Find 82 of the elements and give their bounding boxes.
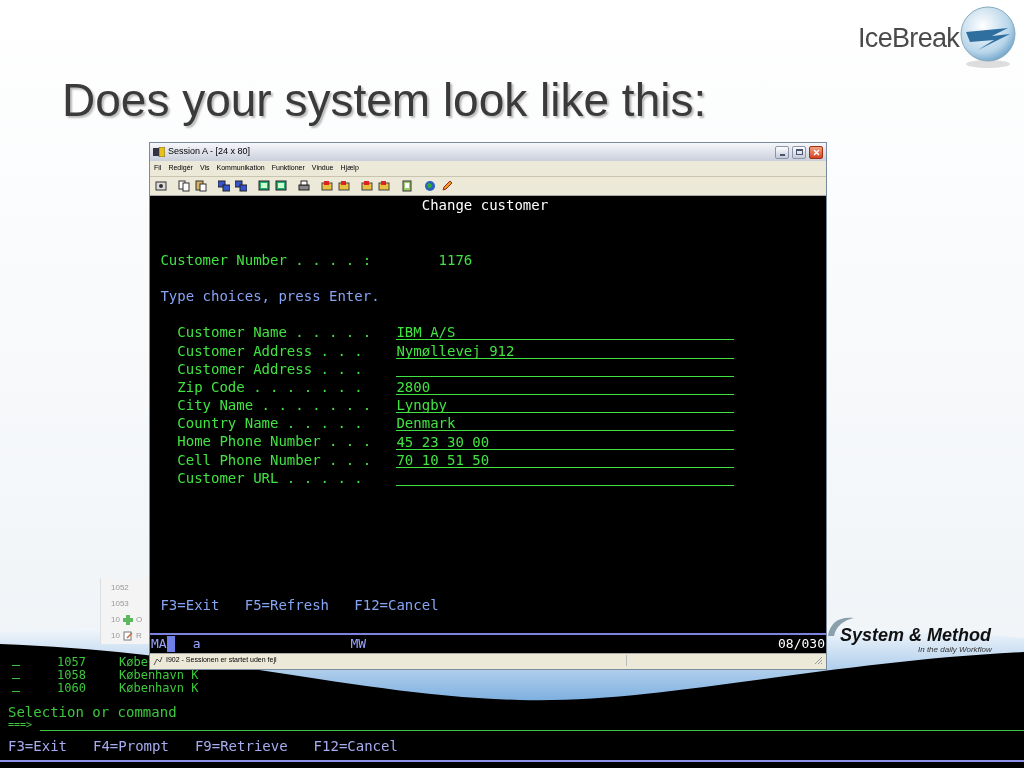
command-arrow: ===> xyxy=(8,719,33,731)
monitors-icon xyxy=(234,180,247,192)
status-mode: a xyxy=(192,635,201,654)
resize-grip-icon xyxy=(814,656,823,665)
input-field[interactable]: Denmark xyxy=(396,415,734,432)
screen-icon xyxy=(274,180,287,192)
logo-tagline: In the daily Workflow xyxy=(918,644,992,656)
prompt-text: Selection or command xyxy=(8,703,177,722)
input-field[interactable]: 45 23 30 00 xyxy=(396,433,734,450)
folder-icon xyxy=(337,180,350,192)
city-name: Købe xyxy=(119,653,148,669)
input-field[interactable]: 2800 xyxy=(396,378,734,395)
field-value: 1176 xyxy=(438,250,473,269)
status-indicator: MA xyxy=(150,635,167,654)
maximize-button[interactable] xyxy=(792,145,806,159)
field-label: Zip Code . . . . . . . xyxy=(177,377,364,397)
globe-icon xyxy=(423,180,436,192)
toolbar-button[interactable] xyxy=(296,178,311,194)
copy-icon xyxy=(177,180,190,192)
toolbar-button[interactable] xyxy=(233,178,248,194)
city-name: København K xyxy=(119,666,199,682)
function-key: F5=Refresh xyxy=(244,596,329,615)
slide-title: Does your system look like this: xyxy=(62,73,707,128)
toolbar-button[interactable] xyxy=(273,178,288,194)
input-field[interactable]: IBM A/S xyxy=(396,324,734,341)
clipboard-icon xyxy=(400,180,413,192)
input-field[interactable]: 70 10 51 50 xyxy=(396,451,734,468)
minimize-button[interactable] xyxy=(775,145,789,159)
field-label: Country Name . . . . . xyxy=(177,414,364,433)
close-icon xyxy=(812,148,820,156)
list-label: O xyxy=(135,613,143,626)
field-label: Home Phone Number . . . xyxy=(177,432,373,451)
window-title: Session A - [24 x 80] xyxy=(168,145,252,159)
printer-icon xyxy=(297,180,310,192)
terminal-app-icon xyxy=(153,147,165,157)
field-label: Customer Address . . . xyxy=(177,359,364,378)
instruction-text: Type choices, press Enter. xyxy=(160,286,380,306)
status-code: MW xyxy=(350,635,368,654)
plus-icon xyxy=(122,614,133,625)
list-number: 10 xyxy=(111,629,120,642)
globe-logo-icon xyxy=(958,4,1018,70)
input-field[interactable]: Nymøllevej 912 xyxy=(396,342,734,359)
screen-heading: Change customer xyxy=(421,196,549,215)
camera-icon xyxy=(154,180,167,192)
toolbar-button[interactable] xyxy=(193,178,208,194)
list-number: 1053 xyxy=(111,597,129,610)
input-field[interactable]: Lyngby xyxy=(396,397,734,414)
monitors-icon xyxy=(217,180,230,192)
field-label: Customer Name . . . . . xyxy=(177,323,373,342)
function-key: F9=Retrieve xyxy=(194,736,288,757)
toolbar-button[interactable] xyxy=(216,178,231,194)
toolbar-button[interactable] xyxy=(153,178,168,194)
toolbar-button[interactable] xyxy=(422,178,437,194)
function-key: F12=Cancel xyxy=(354,596,439,615)
folder-icon xyxy=(377,180,390,192)
list-number: 10 xyxy=(111,613,120,626)
note-icon xyxy=(122,630,133,641)
toolbar-button[interactable] xyxy=(256,178,271,194)
close-button[interactable] xyxy=(809,145,823,159)
city-name: København K xyxy=(119,679,199,697)
toolbar-button[interactable] xyxy=(439,178,454,194)
cursor-position: 08/030 xyxy=(778,635,826,654)
folder-icon xyxy=(360,180,373,192)
paste-icon xyxy=(194,180,207,192)
function-key: F3=Exit xyxy=(8,736,67,757)
pencil-icon xyxy=(440,180,453,192)
field-label: Customer Number . . . . : xyxy=(160,250,373,269)
field-label: City Name . . . . . . . xyxy=(177,396,373,415)
function-key: F12=Cancel xyxy=(313,736,398,757)
field-label: Customer Address . . . xyxy=(177,341,364,360)
toolbar-button[interactable] xyxy=(176,178,191,194)
list-label: R xyxy=(135,629,142,642)
field-label: Customer URL . . . . . xyxy=(177,468,364,487)
field-label: Cell Phone Number . . . xyxy=(177,450,373,469)
connection-icon xyxy=(153,655,163,666)
folder-icon xyxy=(320,180,333,192)
screen-icon xyxy=(257,180,270,192)
logo-text: System & Method xyxy=(840,624,992,647)
logo-text: IceBreak xyxy=(858,22,960,55)
function-key: F3=Exit xyxy=(160,596,220,615)
function-key: F4=Prompt xyxy=(93,736,169,757)
list-number: 1052 xyxy=(111,581,129,594)
